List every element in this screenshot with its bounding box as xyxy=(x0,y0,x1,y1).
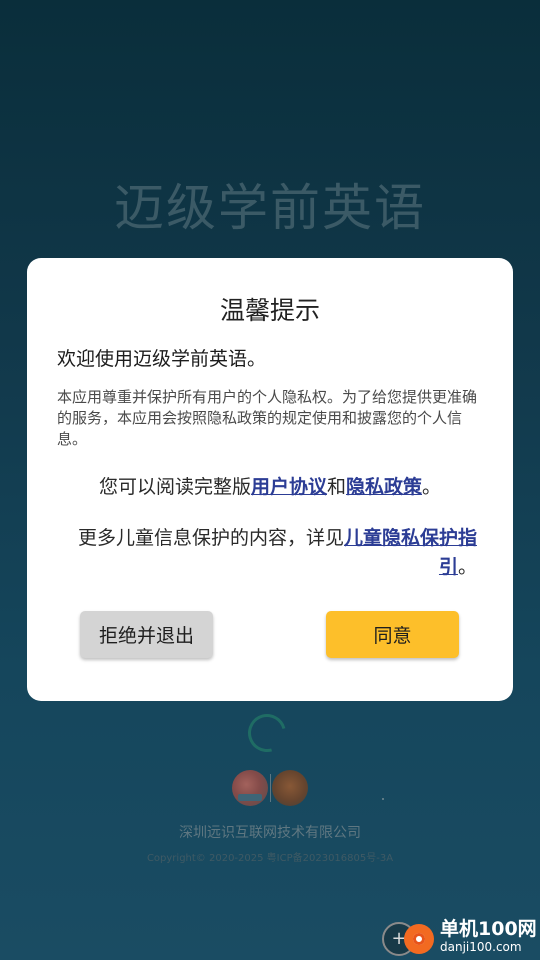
agree-button[interactable]: 同意 xyxy=(326,611,459,658)
decorative-dot xyxy=(382,798,384,800)
agreement-period: 。 xyxy=(422,476,442,498)
privacy-dialog: 温馨提示 欢迎使用迈级学前英语。 本应用尊重并保护所有用户的个人隐私权。为了给您… xyxy=(27,258,513,701)
app-title: 迈级学前英语 xyxy=(114,179,426,237)
child-privacy-prefix: 更多儿童信息保护的内容，详见 xyxy=(77,527,344,549)
mascot-logo-icon xyxy=(272,770,308,806)
copyright-text: Copyright© 2020-2025 粤ICP备2023016805号-3A xyxy=(146,853,394,864)
child-privacy-line: 更多儿童信息保护的内容，详见儿童隐私保护指引。 xyxy=(77,524,477,582)
reject-exit-button[interactable]: 拒绝并退出 xyxy=(80,611,213,658)
dialog-title: 温馨提示 xyxy=(219,296,320,325)
company-name: 深圳远识互联网技术有限公司 xyxy=(179,825,361,841)
brand-logo-icon xyxy=(232,770,268,806)
agreement-prefix: 您可以阅读完整版 xyxy=(98,476,251,498)
loading-spinner-icon xyxy=(241,707,293,759)
agreement-line: 您可以阅读完整版用户协议和隐私政策。 xyxy=(27,472,513,499)
partner-logos xyxy=(230,770,310,810)
agreement-and: 和 xyxy=(326,476,346,498)
welcome-text: 欢迎使用迈级学前英语。 xyxy=(57,348,267,370)
watermark-name: 单机100网 xyxy=(440,918,537,940)
watermark-url: danji100.com xyxy=(440,940,522,954)
privacy-policy-link[interactable]: 隐私政策 xyxy=(346,476,422,498)
user-agreement-link[interactable]: 用户协议 xyxy=(251,476,327,498)
watermark: + 单机100网 danji100.com xyxy=(380,912,540,960)
watermark-logo-icon xyxy=(404,924,434,954)
intro-text: 本应用尊重并保护所有用户的个人隐私权。为了给您提供更准确的服务，本应用会按照隐私… xyxy=(57,388,478,448)
logo-divider xyxy=(270,774,271,802)
splash-screen: 迈级学前英语 深圳远识互联网技术有限公司 Copyright© 2020-202… xyxy=(0,0,540,960)
child-privacy-period: 。 xyxy=(457,556,477,578)
